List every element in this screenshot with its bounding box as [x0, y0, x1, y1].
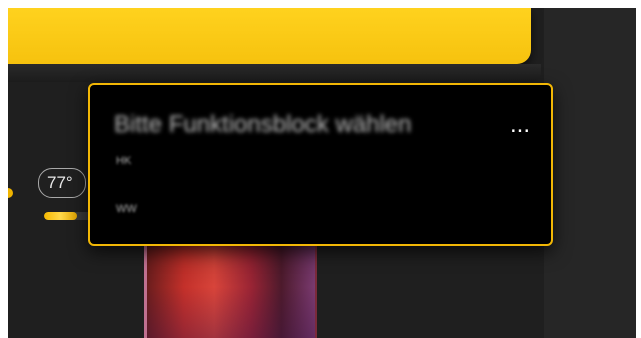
- temperature-progress-fill: [44, 212, 77, 220]
- side-panel: [544, 8, 636, 338]
- function-block-popup: Bitte Funktionsblock wählen ... HK WW: [88, 83, 553, 246]
- heat-gauge-column: [144, 236, 317, 338]
- temperature-badge[interactable]: 77°: [38, 168, 86, 198]
- popup-option-hk[interactable]: HK: [116, 155, 131, 167]
- temperature-unit: °: [65, 173, 73, 192]
- temperature-value: 77: [47, 173, 66, 192]
- heat-gauge-shade: [147, 236, 315, 338]
- popup-title: Bitte Funktionsblock wählen: [114, 111, 412, 138]
- app-screen: 77° Bitte Funktionsblock wählen ... HK W…: [8, 8, 636, 338]
- popup-option-ww[interactable]: WW: [116, 203, 137, 215]
- temperature-indicator-dot: [8, 188, 13, 198]
- top-banner[interactable]: [8, 8, 531, 64]
- panel-divider: [8, 64, 541, 82]
- popup-title-ellipsis: ...: [510, 111, 531, 138]
